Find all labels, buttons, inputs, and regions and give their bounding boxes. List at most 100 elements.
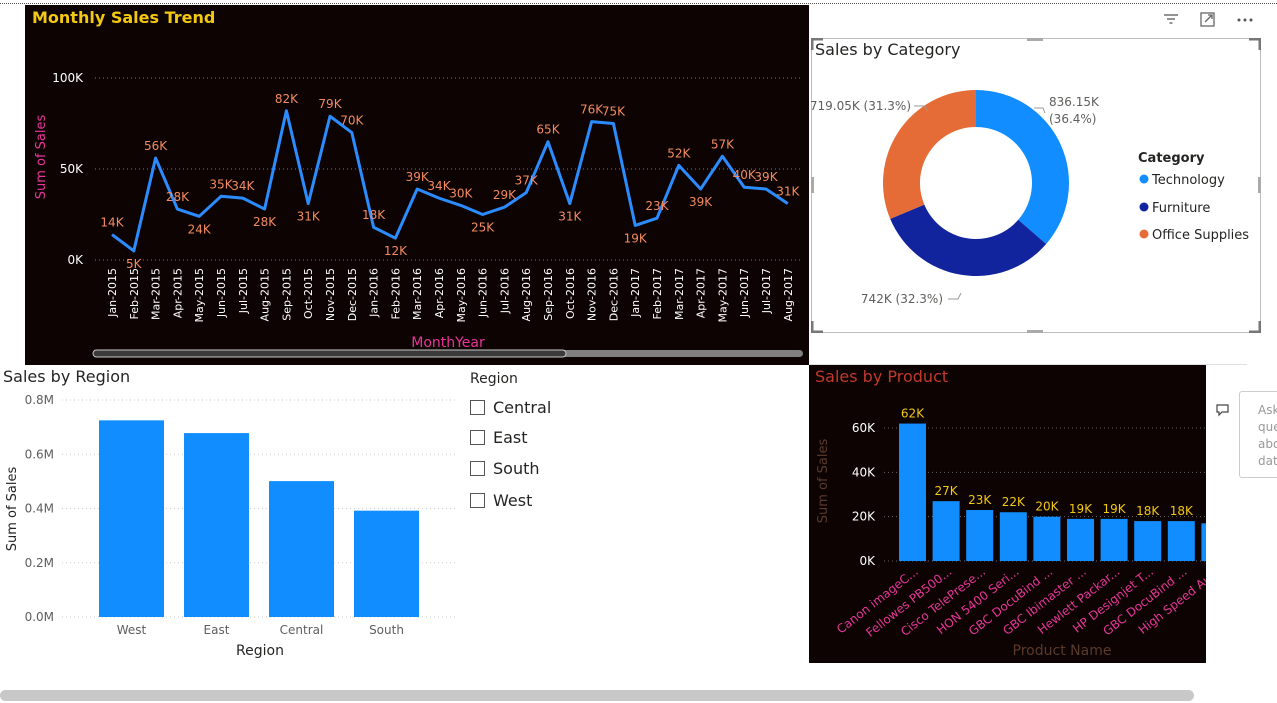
more-options-icon[interactable] bbox=[1236, 10, 1254, 32]
product-bar[interactable] bbox=[1167, 521, 1195, 561]
x-tick-label: Aug-2015 bbox=[259, 268, 272, 321]
data-label: 18K bbox=[362, 208, 386, 222]
data-label: 37K bbox=[515, 174, 539, 188]
legend-office-supplies[interactable]: Office Supplies bbox=[1152, 228, 1249, 243]
monthly-trend-chart: Monthly Sales Trend Sum of Sales MonthYe… bbox=[32, 8, 803, 358]
data-label: 34K bbox=[231, 179, 255, 193]
x-tick-label: Central bbox=[280, 623, 324, 637]
focus-mode-icon[interactable] bbox=[1199, 10, 1217, 32]
x-tick-label: Oct-2016 bbox=[564, 268, 577, 319]
y-tick-label: 20K bbox=[852, 510, 876, 524]
product-panel[interactable]: Sales by Product Sum of Sales Product Na… bbox=[809, 365, 1206, 663]
bar-east[interactable] bbox=[184, 433, 249, 617]
y-tick-label: 50K bbox=[60, 162, 84, 176]
filter-icon[interactable] bbox=[1162, 10, 1180, 32]
region-panel[interactable]: Sales by Region Sum of Sales Region 0.8M… bbox=[0, 365, 460, 665]
checkbox[interactable] bbox=[470, 493, 485, 508]
product-bar[interactable] bbox=[932, 501, 960, 561]
product-bar[interactable] bbox=[1100, 518, 1128, 561]
category-legend-title: Category bbox=[1138, 151, 1205, 166]
product-bar[interactable] bbox=[899, 423, 926, 561]
qa-input-box[interactable]: Ask que abo dat bbox=[1239, 391, 1277, 478]
x-tick-label: Apr-2015 bbox=[171, 268, 184, 318]
data-label: 28K bbox=[166, 190, 190, 204]
qa-text-line: Ask bbox=[1258, 403, 1277, 417]
product-title: Sales by Product bbox=[815, 367, 948, 386]
product-bar[interactable] bbox=[1201, 523, 1206, 561]
monthly-trend-xlabel: MonthYear bbox=[411, 335, 485, 351]
y-tick-label: 0.8M bbox=[25, 393, 54, 407]
monthly-trend-ylabel: Sum of Sales bbox=[34, 115, 49, 200]
data-label: 35K bbox=[209, 177, 233, 191]
y-tick-label: 0.4M bbox=[25, 502, 54, 516]
x-tick-label: Sep-2016 bbox=[542, 268, 555, 321]
x-tick-label: Nov-2016 bbox=[586, 268, 599, 321]
product-xlabel: Product Name bbox=[1013, 643, 1112, 659]
x-tick-label: Jun-2017 bbox=[738, 268, 751, 318]
y-tick-label: 0.0M bbox=[25, 610, 54, 624]
x-tick-label: Jul-2016 bbox=[498, 268, 511, 314]
page-top-border bbox=[0, 3, 1277, 4]
x-tick-label: May-2015 bbox=[193, 268, 206, 323]
data-label: 62K bbox=[901, 407, 925, 421]
legend-marker-office-supplies bbox=[1139, 229, 1149, 239]
product-bar[interactable] bbox=[1033, 516, 1061, 561]
data-label: 52K bbox=[667, 146, 691, 160]
data-label: 25K bbox=[471, 221, 495, 235]
page-horizontal-scrollbar[interactable] bbox=[0, 690, 1194, 701]
product-bar[interactable] bbox=[966, 510, 994, 561]
trend-scrollbar-thumb[interactable] bbox=[92, 349, 567, 358]
product-bar[interactable] bbox=[1067, 518, 1094, 561]
checkbox[interactable] bbox=[470, 400, 485, 415]
data-label: 18K bbox=[1136, 504, 1160, 518]
data-label: 27K bbox=[935, 484, 959, 498]
region-title: Sales by Region bbox=[3, 367, 130, 386]
data-label: 20K bbox=[1035, 500, 1059, 514]
data-label: 40K bbox=[733, 168, 757, 182]
office-supplies-label: 719.05K (31.3%) bbox=[811, 99, 911, 113]
data-label: 79K bbox=[318, 97, 342, 111]
data-label: 24K bbox=[188, 222, 212, 236]
bar-central[interactable] bbox=[269, 481, 334, 617]
bar-west[interactable] bbox=[99, 420, 164, 617]
slicer-item-west[interactable]: West bbox=[470, 491, 532, 510]
x-tick-label: Apr-2016 bbox=[433, 268, 446, 318]
data-label: 19K bbox=[1069, 502, 1093, 516]
y-tick-label: 0K bbox=[67, 253, 84, 267]
slicer-item-east[interactable]: East bbox=[470, 428, 528, 447]
x-tick-label: Dec-2015 bbox=[346, 268, 359, 321]
y-tick-label: 0K bbox=[859, 554, 876, 568]
category-panel[interactable]: Sales by Category 836.15K (36.4%) 719.05… bbox=[811, 38, 1261, 333]
y-tick-label: 100K bbox=[52, 71, 84, 85]
comment-icon[interactable] bbox=[1215, 402, 1231, 421]
data-label: 34K bbox=[427, 179, 451, 193]
x-tick-label: South bbox=[369, 623, 404, 637]
x-tick-label: Aug-2017 bbox=[782, 268, 795, 321]
slicer-item-central[interactable]: Central bbox=[470, 398, 551, 417]
legend-technology[interactable]: Technology bbox=[1151, 173, 1225, 188]
slicer-item-south[interactable]: South bbox=[470, 459, 540, 478]
bar-south[interactable] bbox=[354, 510, 419, 617]
product-bar[interactable] bbox=[999, 512, 1027, 561]
checkbox[interactable] bbox=[470, 430, 485, 445]
product-bar[interactable] bbox=[1134, 521, 1162, 561]
monthly-trend-panel[interactable]: Monthly Sales Trend Sum of Sales MonthYe… bbox=[25, 5, 809, 365]
legend-furniture[interactable]: Furniture bbox=[1152, 201, 1210, 216]
x-tick-label: Jul-2017 bbox=[760, 268, 773, 314]
data-label: 31K bbox=[558, 210, 582, 224]
slicer-item-label: South bbox=[493, 459, 540, 478]
data-label: 28K bbox=[253, 215, 277, 229]
x-tick-label: Jan-2017 bbox=[629, 268, 642, 318]
checkbox[interactable] bbox=[470, 461, 485, 476]
data-label: 56K bbox=[144, 139, 168, 153]
category-donut-chart: Sales by Category 836.15K (36.4%) 719.05… bbox=[811, 38, 1261, 333]
x-tick-label: Jun-2016 bbox=[477, 268, 490, 318]
qa-text-line: dat bbox=[1258, 454, 1277, 468]
x-tick-label: East bbox=[204, 623, 230, 637]
legend-marker-furniture bbox=[1139, 202, 1149, 212]
data-label: 39K bbox=[754, 170, 778, 184]
x-tick-label: Jun-2015 bbox=[215, 268, 228, 318]
product-bar-chart: Sales by Product Sum of Sales Product Na… bbox=[815, 367, 1206, 659]
x-tick-label: West bbox=[117, 623, 147, 637]
data-label: 31K bbox=[776, 185, 800, 199]
